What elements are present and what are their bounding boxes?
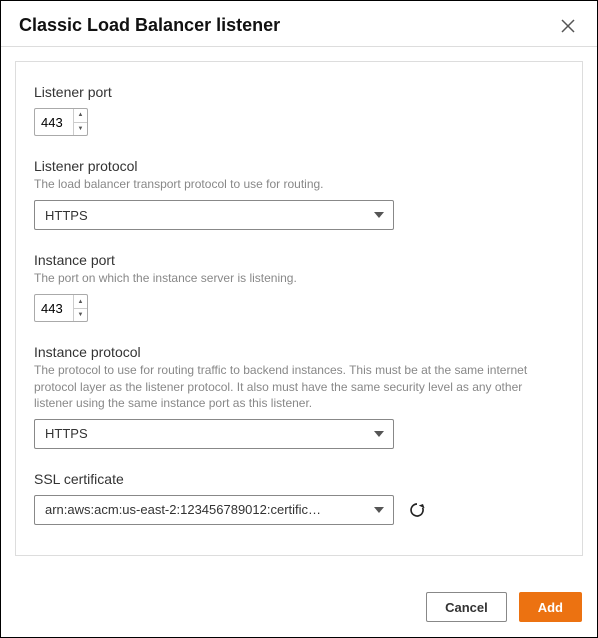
instance-port-stepper[interactable]: ▲ ▼ [73,295,87,321]
listener-port-stepper[interactable]: ▲ ▼ [73,109,87,135]
listener-port-value[interactable] [35,111,73,134]
modal-title: Classic Load Balancer listener [19,15,280,36]
listener-protocol-select[interactable]: HTTPS [34,200,394,230]
instance-port-value[interactable] [35,297,73,320]
listener-port-label: Listener port [34,84,564,100]
field-instance-protocol: Instance protocol The protocol to use fo… [34,344,564,449]
close-icon[interactable] [557,17,579,35]
modal-header: Classic Load Balancer listener [1,1,597,47]
field-ssl-certificate: SSL certificate arn:aws:acm:us-east-2:12… [34,471,564,525]
listener-protocol-desc: The load balancer transport protocol to … [34,176,564,192]
instance-port-desc: The port on which the instance server is… [34,270,564,286]
modal-body-wrap: Listener port ▲ ▼ Listener protocol The … [1,47,597,556]
stepper-up-icon[interactable]: ▲ [74,109,87,123]
instance-port-label: Instance port [34,252,564,268]
stepper-down-icon[interactable]: ▼ [74,123,87,136]
caret-down-icon [373,430,385,438]
caret-down-icon [373,506,385,514]
ssl-certificate-select[interactable]: arn:aws:acm:us-east-2:123456789012:certi… [34,495,394,525]
field-listener-port: Listener port ▲ ▼ [34,84,564,136]
caret-down-icon [373,211,385,219]
refresh-icon[interactable] [408,501,426,519]
instance-protocol-select[interactable]: HTTPS [34,419,394,449]
listener-port-input[interactable]: ▲ ▼ [34,108,88,136]
modal-footer: Cancel Add [0,576,598,638]
cancel-button[interactable]: Cancel [426,592,507,622]
listener-protocol-value: HTTPS [45,208,88,223]
field-listener-protocol: Listener protocol The load balancer tran… [34,158,564,230]
add-button[interactable]: Add [519,592,582,622]
instance-protocol-value: HTTPS [45,426,88,441]
stepper-up-icon[interactable]: ▲ [74,295,87,309]
listener-protocol-label: Listener protocol [34,158,564,174]
ssl-certificate-row: arn:aws:acm:us-east-2:123456789012:certi… [34,495,564,525]
ssl-certificate-label: SSL certificate [34,471,564,487]
field-instance-port: Instance port The port on which the inst… [34,252,564,322]
instance-port-input[interactable]: ▲ ▼ [34,294,88,322]
instance-protocol-label: Instance protocol [34,344,564,360]
instance-protocol-desc: The protocol to use for routing traffic … [34,362,564,411]
stepper-down-icon[interactable]: ▼ [74,309,87,322]
ssl-certificate-value: arn:aws:acm:us-east-2:123456789012:certi… [45,502,321,517]
modal-body: Listener port ▲ ▼ Listener protocol The … [15,61,583,556]
